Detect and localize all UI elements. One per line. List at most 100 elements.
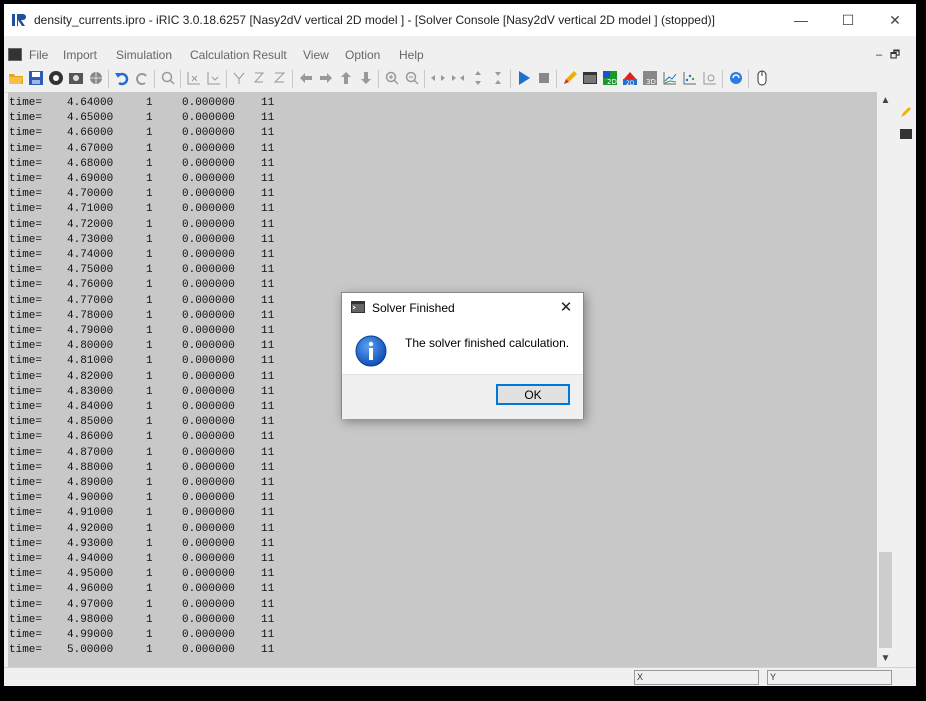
menu-file[interactable]: File — [29, 48, 48, 62]
console-icon[interactable] — [582, 70, 598, 86]
mdi-system-menu-icon[interactable] — [8, 48, 22, 61]
arrow-right-icon[interactable] — [318, 70, 334, 86]
pan-v-icon[interactable] — [470, 70, 486, 86]
mdi-restore-button[interactable]: 🗗 — [888, 48, 902, 62]
console-iter: 11 — [261, 203, 275, 216]
console-time: 4.79000 — [67, 325, 114, 337]
dialog-footer: OK — [342, 374, 583, 419]
refresh-icon[interactable] — [728, 70, 744, 86]
close-button[interactable]: ✕ — [872, 4, 916, 36]
arrow-down-icon[interactable] — [358, 70, 374, 86]
axis-y-icon[interactable] — [252, 70, 268, 86]
menu-simulation[interactable]: Simulation — [116, 48, 172, 62]
menu-view[interactable]: View — [303, 48, 329, 62]
console-label: time= — [9, 583, 43, 596]
scroll-down-button[interactable]: ▼ — [877, 650, 894, 667]
scroll-thumb[interactable] — [879, 552, 892, 648]
arrow-left-icon[interactable] — [298, 70, 314, 86]
axis-x-icon[interactable] — [232, 70, 248, 86]
console-line: time= 4.99000 1 0.000000 11 — [8, 629, 308, 644]
record-icon[interactable] — [48, 70, 64, 86]
scatter-icon[interactable] — [682, 70, 698, 86]
console-label: time= — [9, 613, 43, 626]
redo-icon[interactable] — [134, 70, 150, 86]
stop-icon[interactable] — [536, 70, 552, 86]
pan-h-icon[interactable] — [430, 70, 446, 86]
axis-z-icon[interactable] — [272, 70, 288, 86]
window-icon[interactable] — [702, 70, 718, 86]
console-label: time= — [9, 461, 43, 474]
console-line: time= 4.86000 1 0.000000 11 — [8, 431, 308, 446]
console-value: 0.000000 — [182, 537, 235, 550]
minimize-button[interactable]: — — [778, 4, 824, 36]
maximize-button[interactable]: ☐ — [825, 4, 871, 36]
fit-x-icon[interactable] — [186, 70, 202, 86]
zoom-out-icon[interactable] — [404, 70, 420, 86]
console-time: 4.88000 — [67, 461, 114, 474]
ok-button[interactable]: OK — [496, 384, 570, 405]
console-iter: 11 — [261, 522, 275, 535]
3d-icon[interactable]: 3D — [642, 70, 658, 86]
menu-option[interactable]: Option — [345, 48, 380, 62]
console-n: 1 — [146, 401, 153, 413]
console-n: 1 — [146, 492, 153, 505]
mdi-minimize-button[interactable]: – — [872, 48, 886, 62]
settings-icon[interactable] — [68, 70, 84, 86]
2d-icon[interactable]: 2D — [602, 70, 618, 86]
console-iter: 11 — [261, 309, 275, 322]
console-label: time= — [9, 507, 43, 520]
console-value: 0.000000 — [182, 264, 235, 277]
svg-text:3D: 3D — [646, 78, 656, 86]
console-line: time= 4.71000 1 0.000000 11 — [8, 203, 308, 218]
zoom-in-icon[interactable] — [384, 70, 400, 86]
console-iter: 11 — [261, 279, 275, 292]
pan-h2-icon[interactable] — [450, 70, 466, 86]
globe-icon[interactable] — [88, 70, 104, 86]
menu-help[interactable]: Help — [399, 48, 424, 62]
console-label: time= — [9, 522, 43, 535]
console-time: 4.86000 — [67, 431, 114, 444]
console-label: time= — [9, 233, 43, 246]
console-value: 0.000000 — [182, 416, 235, 429]
console-value: 0.000000 — [182, 294, 235, 307]
fit-y-icon[interactable] — [206, 70, 222, 86]
console-time: 4.85000 — [67, 416, 114, 429]
console-line: time= 4.69000 1 0.000000 11 — [8, 173, 308, 188]
scroll-up-button[interactable]: ▲ — [877, 92, 894, 109]
menu-calculation-result[interactable]: Calculation Result — [190, 48, 287, 62]
console-time: 4.87000 — [67, 446, 114, 459]
toolbar-separator — [722, 70, 723, 88]
graph-icon[interactable] — [662, 70, 678, 86]
console-time: 4.67000 — [67, 142, 114, 155]
mouse-icon[interactable] — [754, 70, 770, 86]
undo-icon[interactable] — [114, 70, 130, 86]
open-folder-icon[interactable] — [8, 70, 24, 86]
console-n: 1 — [146, 522, 153, 535]
console-dock-icon[interactable] — [900, 128, 912, 140]
menu-import[interactable]: Import — [63, 48, 97, 62]
console-label: time= — [9, 446, 43, 459]
console-line: time= 4.85000 1 0.000000 11 — [8, 416, 308, 431]
arrow-up-icon[interactable] — [338, 70, 354, 86]
pencil-dock-icon[interactable] — [900, 106, 912, 118]
status-x-field: X — [634, 670, 759, 685]
zoom-icon[interactable] — [160, 70, 176, 86]
2d-alt-icon[interactable]: 2D — [622, 70, 638, 86]
console-iter: 11 — [261, 477, 275, 489]
console-iter: 11 — [261, 492, 275, 505]
console-value: 0.000000 — [182, 492, 235, 505]
console-vertical-scrollbar[interactable]: ▲ ▼ — [877, 92, 894, 667]
console-iter: 11 — [261, 340, 275, 353]
console-label: time= — [9, 218, 43, 231]
window-title: density_currents.ipro - iRIC 3.0.18.6257… — [34, 13, 715, 27]
pencil-icon[interactable] — [562, 70, 578, 86]
dialog-message: The solver finished calculation. — [405, 336, 570, 350]
console-time: 4.92000 — [67, 522, 114, 535]
run-icon[interactable] — [516, 70, 532, 86]
console-n: 1 — [146, 264, 153, 277]
save-icon[interactable] — [28, 70, 44, 86]
dialog-close-button[interactable]: ✕ — [555, 297, 577, 319]
console-label: time= — [9, 401, 43, 413]
pan-v2-icon[interactable] — [490, 70, 506, 86]
console-n: 1 — [146, 112, 153, 125]
